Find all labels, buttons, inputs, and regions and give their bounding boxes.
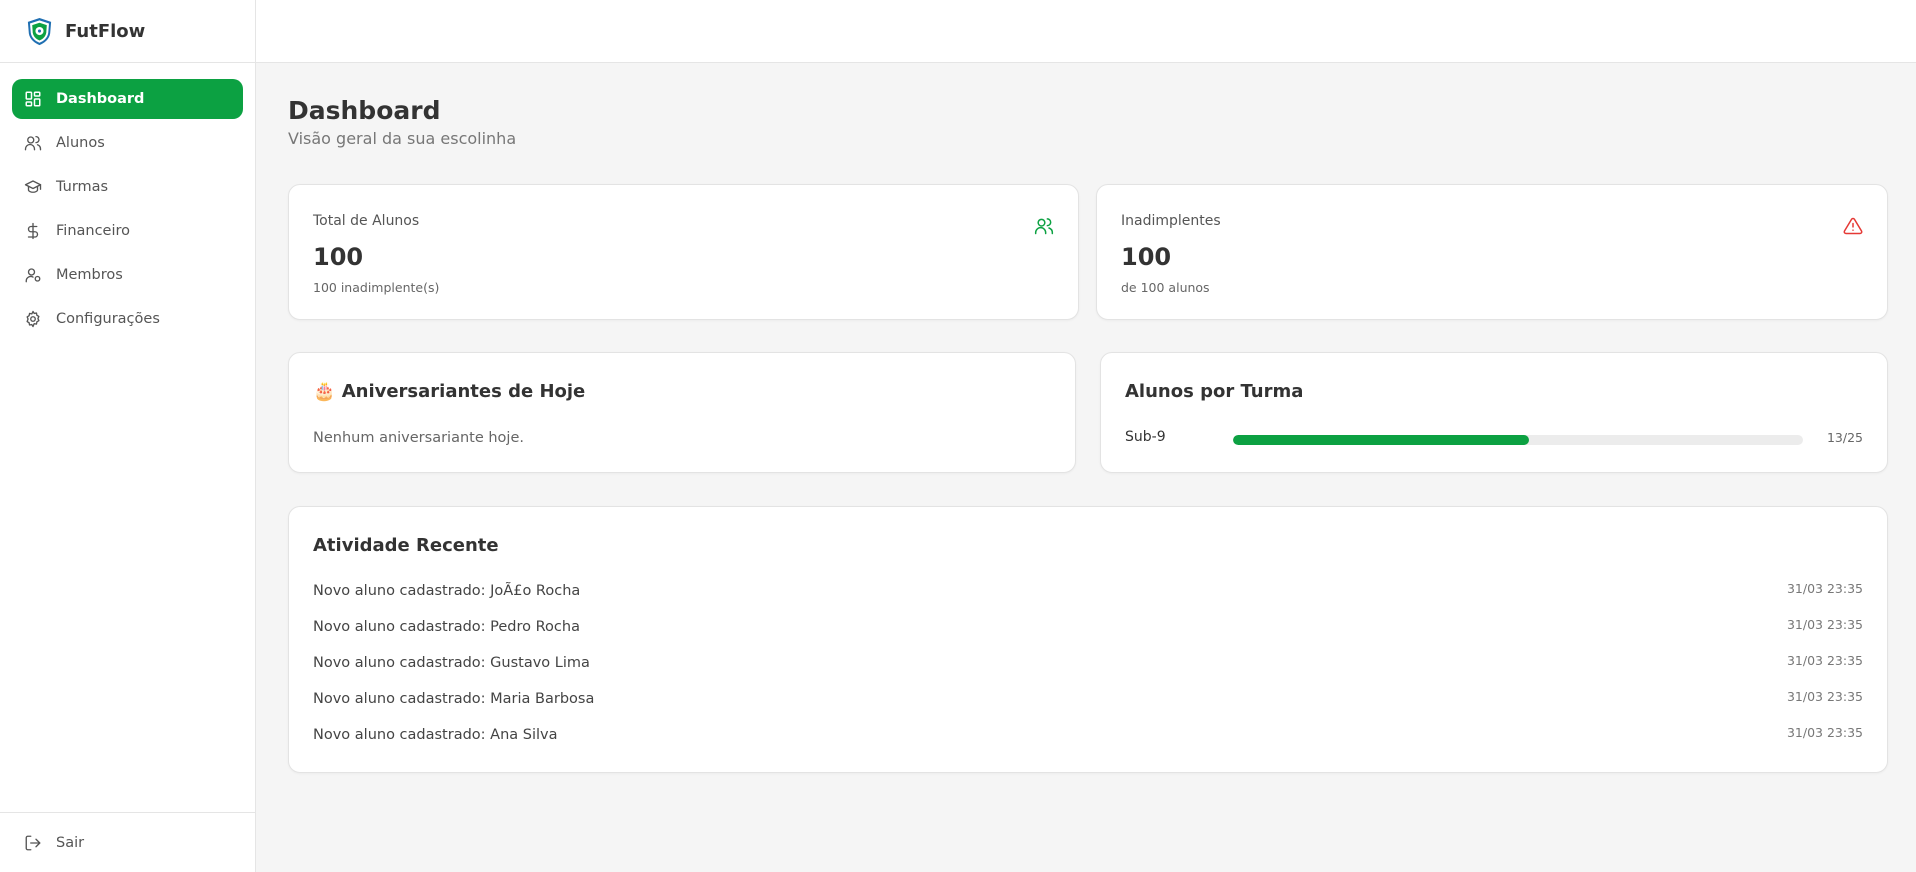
sidebar-nav: Dashboard Alunos Turmas Financeiro Membr… <box>0 63 255 339</box>
sidebar-item-membros[interactable]: Membros <box>12 255 243 295</box>
page-title: Dashboard <box>288 96 441 125</box>
graduation-cap-icon <box>24 180 42 193</box>
activity-time: 31/03 23:35 <box>1786 617 1863 632</box>
page-subtitle: Visão geral da sua escolinha <box>288 129 517 148</box>
sidebar-item-label: Turmas <box>56 179 109 195</box>
gear-icon <box>26 310 40 328</box>
students-by-class-title: Alunos por Turma <box>1125 381 1304 402</box>
sidebar-item-label: Financeiro <box>56 223 131 239</box>
birthdays-empty-text: Nenhum aniversariante hoje. <box>313 430 524 446</box>
birthdays-title: 🎂 Aniversariantes de Hoje <box>313 381 585 402</box>
class-progress-track <box>1233 435 1803 445</box>
sidebar-item-financeiro[interactable]: Financeiro <box>12 211 243 251</box>
logout-button[interactable]: Sair <box>12 823 243 863</box>
class-row[interactable]: Sub-9 13/25 <box>1125 429 1863 449</box>
logout-label: Sair <box>56 835 85 851</box>
activity-text: Novo aluno cadastrado: Ana Silva <box>313 727 558 743</box>
sidebar-item-label: Dashboard <box>56 91 145 107</box>
sidebar-item-label: Alunos <box>56 135 105 151</box>
activity-time: 31/03 23:35 <box>1786 581 1863 596</box>
birthday-cake-icon: 🎂 <box>313 381 336 402</box>
activity-time: 31/03 23:35 <box>1786 689 1863 704</box>
activity-time: 31/03 23:35 <box>1786 653 1863 668</box>
recent-activity-card: Atividade Recente Novo aluno cadastrado:… <box>288 506 1888 773</box>
list-item: Novo aluno cadastrado: JoÃ£o Rocha 31/03… <box>313 581 1863 619</box>
list-item: Novo aluno cadastrado: Ana Silva 31/03 2… <box>313 725 1863 763</box>
sidebar-item-alunos[interactable]: Alunos <box>12 123 243 163</box>
list-item: Novo aluno cadastrado: Maria Barbosa 31/… <box>313 689 1863 727</box>
futflow-logo-icon <box>24 16 55 47</box>
activity-time: 31/03 23:35 <box>1786 725 1863 740</box>
sidebar-item-label: Membros <box>56 267 123 283</box>
overdue-sub: de 100 alunos <box>1121 280 1210 295</box>
dashboard-icon <box>25 91 41 107</box>
sidebar-item-configuracoes[interactable]: Configurações <box>12 299 243 339</box>
sidebar-item-label: Configurações <box>56 311 160 327</box>
sidebar-footer: Sair <box>0 812 255 872</box>
users-icon <box>24 135 42 151</box>
activity-text: Novo aluno cadastrado: Maria Barbosa <box>313 691 595 707</box>
alert-triangle-icon <box>1843 217 1863 235</box>
total-students-card: Total de Alunos 100 100 inadimplente(s) <box>288 184 1079 320</box>
total-students-label: Total de Alunos <box>313 213 420 229</box>
top-bar <box>256 0 1916 63</box>
dollar-icon <box>27 222 39 240</box>
class-name: Sub-9 <box>1125 429 1166 445</box>
list-item: Novo aluno cadastrado: Pedro Rocha 31/03… <box>313 617 1863 655</box>
class-progress-fill <box>1233 435 1530 445</box>
total-students-value: 100 <box>313 243 364 271</box>
brand-name: FutFlow <box>65 20 146 42</box>
overdue-label: Inadimplentes <box>1121 213 1221 229</box>
sidebar: FutFlow Dashboard Alunos Turmas Financei… <box>0 0 256 872</box>
users-icon <box>1034 218 1054 235</box>
total-students-sub: 100 inadimplente(s) <box>313 280 440 295</box>
logout-icon <box>25 835 41 851</box>
birthdays-title-text: Aniversariantes de Hoje <box>341 381 586 402</box>
activity-text: Novo aluno cadastrado: JoÃ£o Rocha <box>313 583 581 599</box>
brand[interactable]: FutFlow <box>0 0 255 63</box>
user-settings-icon <box>25 268 41 283</box>
activity-list: Novo aluno cadastrado: JoÃ£o Rocha 31/03… <box>313 581 1863 763</box>
recent-activity-title: Atividade Recente <box>313 535 499 556</box>
birthdays-card: 🎂 Aniversariantes de Hoje Nenhum anivers… <box>288 352 1076 473</box>
sidebar-item-turmas[interactable]: Turmas <box>12 167 243 207</box>
class-count: 13/25 <box>1826 430 1863 445</box>
students-by-class-card: Alunos por Turma Sub-9 13/25 <box>1100 352 1888 473</box>
list-item: Novo aluno cadastrado: Gustavo Lima 31/0… <box>313 653 1863 691</box>
activity-text: Novo aluno cadastrado: Gustavo Lima <box>313 655 590 671</box>
overdue-card: Inadimplentes 100 de 100 alunos <box>1096 184 1888 320</box>
sidebar-item-dashboard[interactable]: Dashboard <box>12 79 243 119</box>
overdue-value: 100 <box>1121 243 1172 271</box>
main-content: Dashboard Visão geral da sua escolinha <box>288 96 1888 148</box>
activity-text: Novo aluno cadastrado: Pedro Rocha <box>313 619 580 635</box>
